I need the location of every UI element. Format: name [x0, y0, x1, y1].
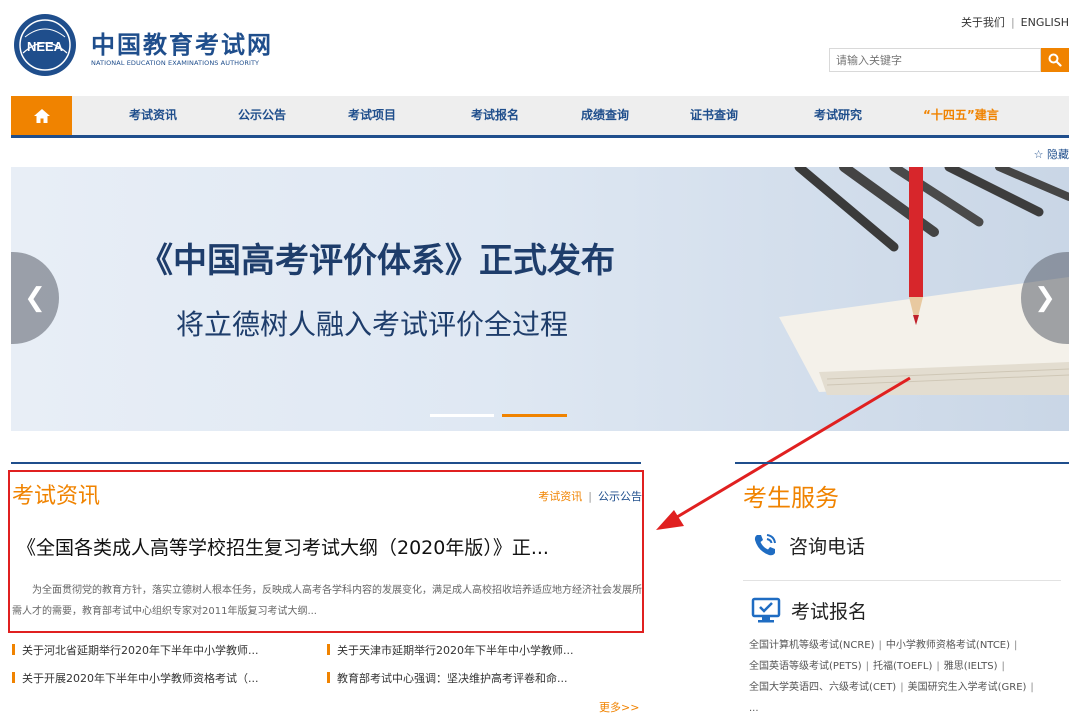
main-nav: 考试资讯 公示公告 考试项目 考试报名 成绩查询 证书查询 考试研究 “十四五”…	[11, 96, 1069, 138]
search-input[interactable]	[829, 48, 1041, 72]
banner-subtitle: 将立德树人融入考试评价全过程	[176, 308, 569, 341]
nav-item-exam-news[interactable]: 考试资讯	[129, 96, 177, 135]
services-section-divider	[735, 462, 1069, 464]
services-divider	[743, 580, 1061, 581]
search-button[interactable]	[1041, 48, 1069, 72]
nav-item-14th-five-year-suggestions[interactable]: “十四五”建言	[923, 96, 999, 135]
site-logo-title[interactable]: 中国教育考试网	[91, 25, 273, 60]
search-icon	[1048, 53, 1062, 67]
nav-item-exam-registration[interactable]: 考试报名	[471, 96, 519, 135]
exam-link-pets[interactable]: 全国英语等级考试(PETS)	[749, 661, 862, 672]
more-news-link[interactable]: 更多>>	[599, 699, 639, 715]
exam-registration-item[interactable]: 考试报名	[751, 596, 867, 624]
neea-logo-seal[interactable]: NEEA	[13, 13, 77, 77]
exam-link-ncre[interactable]: 全国计算机等级考试(NCRE)	[749, 640, 875, 651]
top-links: 关于我们 | ENGLISH	[961, 14, 1069, 30]
exam-links-separator: |	[865, 661, 869, 672]
news-tabs: 考试资讯 | 公示公告	[538, 488, 642, 504]
hide-banner-toggle[interactable]: ☆ 隐藏	[1034, 146, 1069, 162]
news-tabs-separator: |	[588, 490, 592, 503]
nav-item-certificate-query[interactable]: 证书查询	[690, 96, 738, 135]
exam-links-row: 全国计算机等级考试(NCRE) | 中小学教师资格考试(NTCE) |	[749, 635, 1069, 656]
exam-links-separator: |	[1014, 640, 1018, 651]
news-section-divider	[11, 462, 641, 464]
nav-home-button[interactable]	[11, 96, 72, 135]
news-list-item[interactable]: 关于开展2020年下半年中小学教师资格考试（...	[12, 670, 258, 686]
chevron-left-icon: ❮	[24, 283, 46, 313]
consult-phone-item[interactable]: 咨询电话	[751, 531, 865, 559]
banner-title: 《中国高考评价体系》正式发布	[139, 241, 615, 281]
exam-link-toefl[interactable]: 托福(TOEFL)	[873, 661, 932, 672]
phone-icon	[754, 534, 776, 556]
chevron-right-icon: ❯	[1034, 283, 1056, 313]
exam-link-gre[interactable]: 美国研究生入学考试(GRE)	[908, 682, 1027, 693]
news-list-item[interactable]: 关于河北省延期举行2020年下半年中小学教师...	[12, 642, 258, 658]
services-section-title: 考生服务	[743, 484, 839, 512]
tab-exam-news[interactable]: 考试资讯	[538, 490, 582, 503]
carousel-indicator-1[interactable]	[430, 414, 494, 417]
list-bullet	[12, 644, 15, 655]
home-icon	[33, 108, 50, 123]
english-link[interactable]: ENGLISH	[1021, 16, 1069, 29]
nav-item-score-query[interactable]: 成绩查询	[581, 96, 629, 135]
exam-links-list: 全国计算机等级考试(NCRE) | 中小学教师资格考试(NTCE) | 全国英语等级考…	[749, 635, 1069, 719]
exam-links-separator: |	[878, 640, 882, 651]
logo-seal-text: NEEA	[27, 39, 64, 54]
list-bullet	[327, 672, 330, 683]
exam-links-separator: |	[1030, 682, 1034, 693]
news-section-title: 考试资讯	[12, 484, 101, 509]
news-list-item-text: 关于天津市延期举行2020年下半年中小学教师...	[337, 644, 574, 657]
exam-links-row: 全国大学英语四、六级考试(CET) | 美国研究生入学考试(GRE) |	[749, 677, 1069, 698]
exam-links-separator: |	[936, 661, 940, 672]
news-list-item-text: 关于开展2020年下半年中小学教师资格考试（...	[22, 672, 259, 685]
exam-link-ielts[interactable]: 雅思(IELTS)	[944, 661, 998, 672]
news-list-item-text: 教育部考试中心强调：坚决维护高考评卷和命...	[337, 672, 568, 685]
about-link[interactable]: 关于我们	[961, 16, 1005, 29]
top-links-separator: |	[1010, 16, 1015, 29]
nav-item-exam-research[interactable]: 考试研究	[814, 96, 862, 135]
list-bullet	[327, 644, 330, 655]
list-bullet	[12, 672, 15, 683]
tab-announcements[interactable]: 公示公告	[598, 490, 642, 503]
hero-banner[interactable]: 《中国高考评价体系》正式发布 将立德树人融入考试评价全过程	[11, 167, 1069, 431]
exam-links-more[interactable]: ...	[749, 698, 1069, 719]
exam-links-separator: |	[1001, 661, 1005, 672]
consult-phone-label: 咨询电话	[789, 535, 866, 558]
featured-summary: 为全面贯彻党的教育方针，落实立德树人根本任务，反映成人高考各学科内容的发展变化，…	[12, 585, 642, 617]
featured-headline[interactable]: 《全国各类成人高等学校招生复习考试大纲（2020年版）》正...	[17, 533, 549, 560]
news-list-item[interactable]: 教育部考试中心强调：坚决维护高考评卷和命...	[327, 670, 568, 686]
exam-links-row: 全国英语等级考试(PETS) | 托福(TOEFL) | 雅思(IELTS) |	[749, 656, 1069, 677]
exam-link-cet[interactable]: 全国大学英语四、六级考试(CET)	[749, 682, 896, 693]
exam-registration-label: 考试报名	[791, 600, 868, 623]
exam-link-ntce[interactable]: 中小学教师资格考试(NTCE)	[886, 640, 1010, 651]
site-logo-subtitle: NATIONAL EDUCATION EXAMINATIONS AUTHORIT…	[91, 59, 260, 67]
exam-links-separator: |	[900, 682, 904, 693]
monitor-check-icon	[751, 597, 781, 623]
book-and-pens-illustration	[779, 167, 1069, 395]
carousel-indicator-2[interactable]	[502, 414, 567, 417]
news-list-item[interactable]: 关于天津市延期举行2020年下半年中小学教师...	[327, 642, 573, 658]
news-list-item-text: 关于河北省延期举行2020年下半年中小学教师...	[22, 644, 259, 657]
nav-item-announcements[interactable]: 公示公告	[238, 96, 286, 135]
nav-item-exam-projects[interactable]: 考试项目	[348, 96, 396, 135]
